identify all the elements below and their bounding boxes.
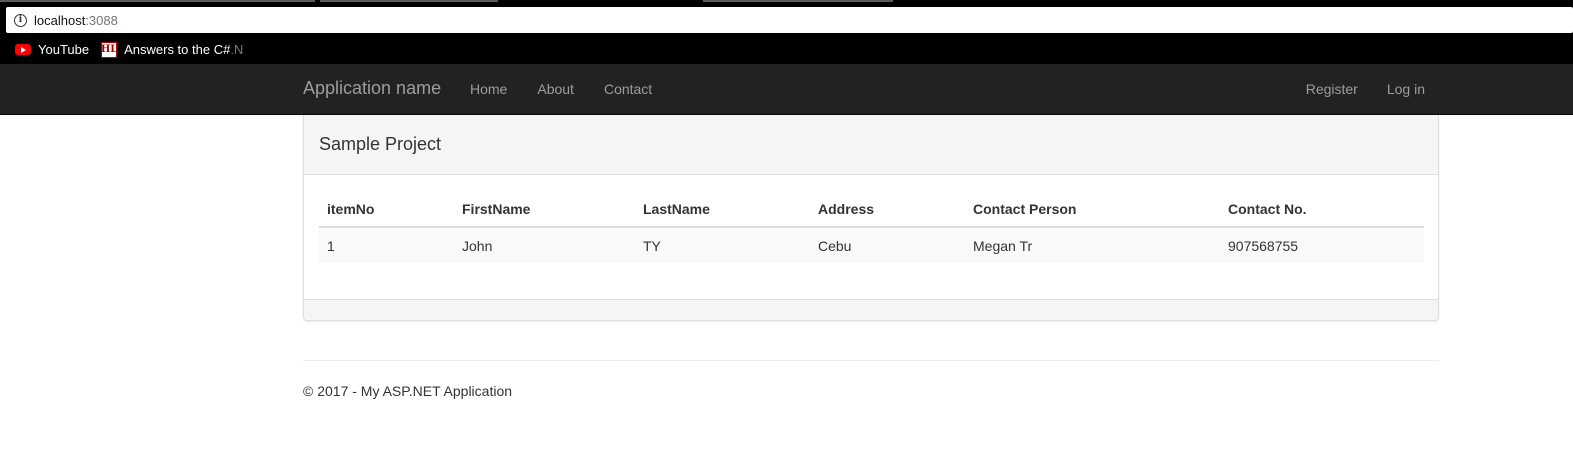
column-header-address: Address [810,190,965,228]
panel-body: itemNo FirstName LastName Address Contac… [304,175,1438,299]
bookmarks-bar: YouTube HL Answers to the C# .N [0,35,1573,64]
bookmark-answers[interactable]: HL Answers to the C# .N [101,41,244,58]
bookmark-label-overflow: .N [230,42,244,57]
bookmark-label: Answers to the C# [124,42,231,57]
url-host: localhost [34,12,86,28]
cell-lastname: TY [635,227,810,263]
column-header-firstname: FirstName [454,190,635,228]
brand-link[interactable]: Application name [303,78,441,99]
column-header-lastname: LastName [635,190,810,228]
nav-links: Home About Contact [470,81,682,97]
youtube-icon [15,44,31,55]
table-header-row: itemNo FirstName LastName Address Contac… [319,190,1424,228]
hl-icon: HL [101,41,117,58]
project-table: itemNo FirstName LastName Address Contac… [319,190,1424,263]
browser-address-bar: i localhost:3088 [0,3,1573,35]
nav-link-contact[interactable]: Contact [604,81,652,97]
cell-contact-person: Megan Tr [965,227,1220,263]
url-port: :3088 [85,12,118,28]
panel-title: Sample Project [319,134,442,154]
copyright-text: © 2017 - My ASP.NET Application [303,383,513,399]
cell-contact-no: 907568755 [1220,227,1424,263]
bookmark-label: YouTube [38,42,90,57]
nav-link-login[interactable]: Log in [1387,81,1425,97]
url-field[interactable]: i localhost:3088 [6,7,1573,33]
nav-link-home[interactable]: Home [470,81,507,97]
bookmark-youtube[interactable]: YouTube [15,42,89,57]
footer-divider [303,360,1439,361]
site-navbar: Application name Home About Contact Regi… [0,64,1573,115]
cell-firstname: John [454,227,635,263]
nav-link-register[interactable]: Register [1306,81,1358,97]
table-row: 1 John TY Cebu Megan Tr 907568755 [319,227,1424,263]
panel-footer [304,299,1438,320]
column-header-contact-no: Contact No. [1220,190,1424,228]
cell-address: Cebu [810,227,965,263]
column-header-itemno: itemNo [319,190,454,228]
panel-heading: Sample Project [304,115,1438,175]
project-panel: Sample Project itemNo FirstName LastName… [303,115,1439,321]
cell-itemno: 1 [319,227,454,263]
nav-auth-links: Register Log in [1277,81,1425,97]
nav-link-about[interactable]: About [537,81,574,97]
info-icon[interactable]: i [14,13,27,27]
column-header-contact-person: Contact Person [965,190,1220,228]
